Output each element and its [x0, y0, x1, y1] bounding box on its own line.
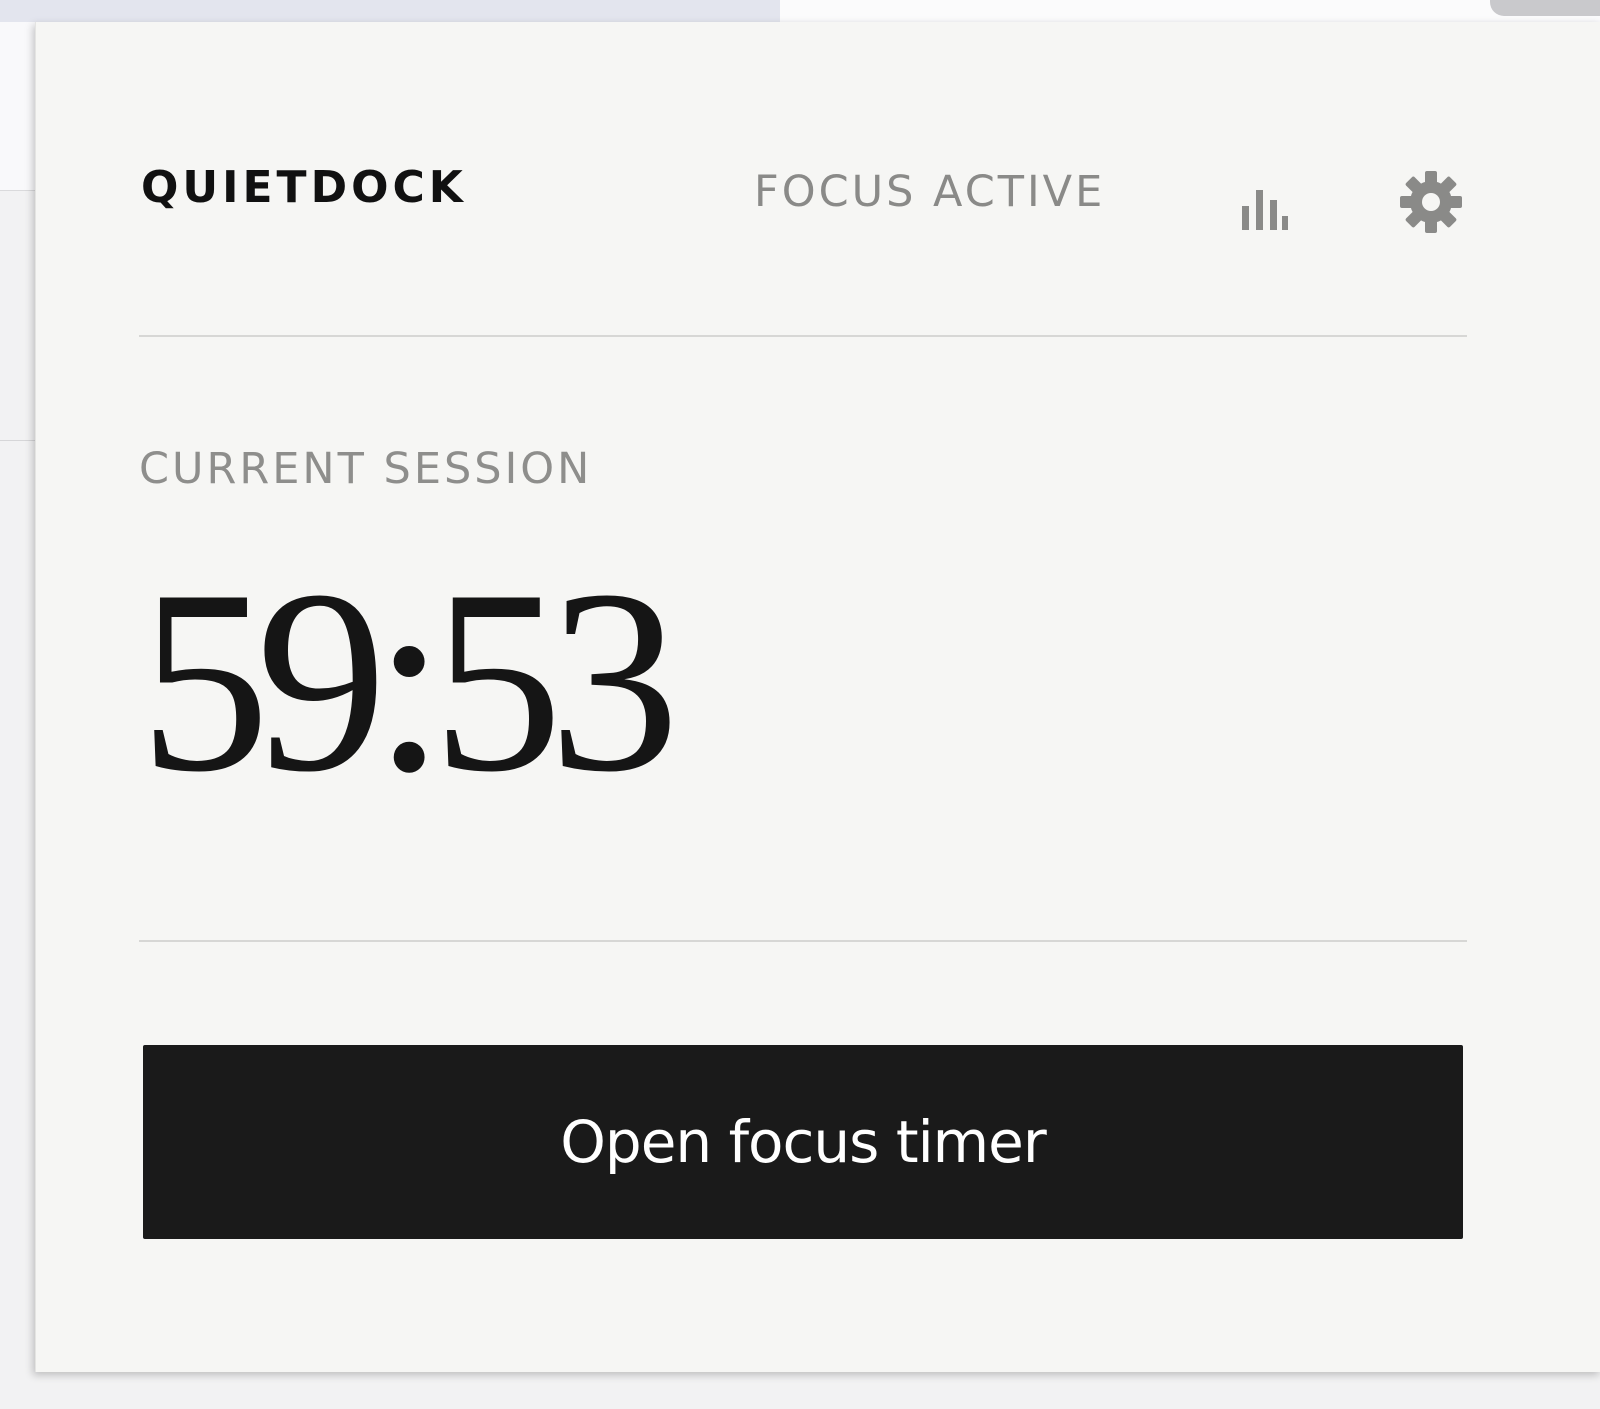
brand-title: QUIETDOCK — [141, 162, 467, 213]
page-divider — [0, 440, 40, 441]
open-focus-timer-button[interactable]: Open focus timer — [143, 1045, 1463, 1239]
footer-divider — [139, 940, 1467, 942]
session-timer: 59:53 — [139, 536, 680, 826]
extension-popup: QUIETDOCK FOCUS ACTIVE CURRENT SESSION 5… — [35, 22, 1600, 1372]
bar-chart-icon — [1242, 190, 1288, 230]
gear-icon — [1400, 171, 1462, 233]
settings-button[interactable] — [1396, 167, 1466, 237]
browser-tabstrip-right — [780, 0, 1600, 20]
window-control — [1490, 0, 1600, 16]
stats-button[interactable] — [1236, 180, 1292, 236]
header-divider — [139, 335, 1467, 337]
session-label: CURRENT SESSION — [139, 444, 593, 494]
focus-status: FOCUS ACTIVE — [754, 167, 1106, 217]
browser-tabstrip — [0, 0, 780, 22]
